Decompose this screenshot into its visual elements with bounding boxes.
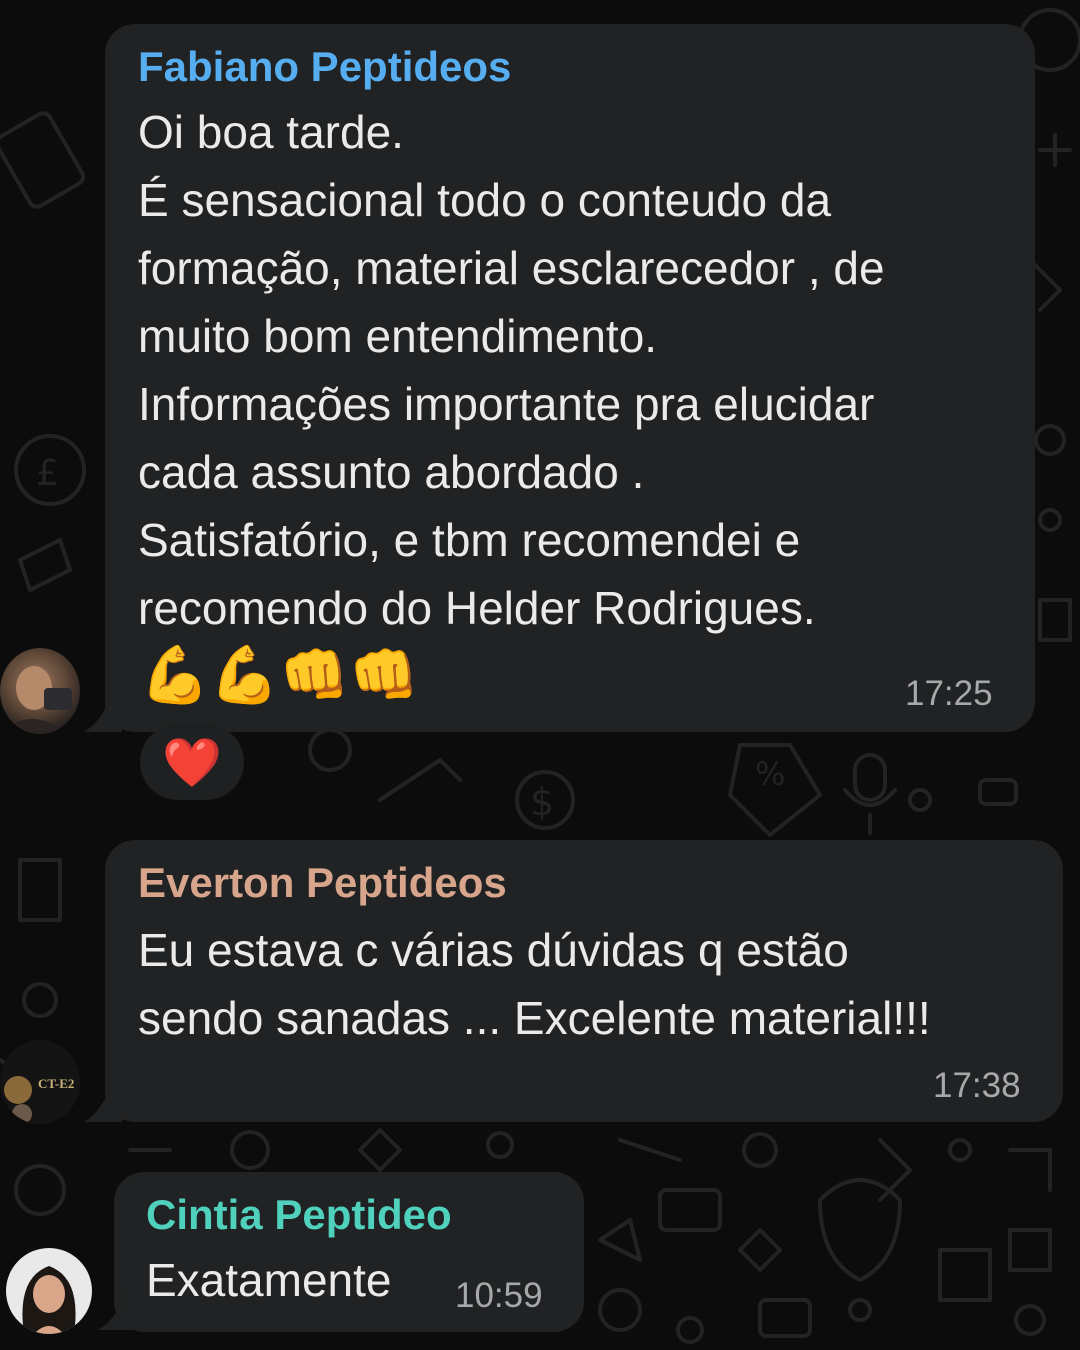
bubble-tail [98, 1290, 136, 1330]
message-time: 10:59 [455, 1276, 543, 1315]
svg-text:%: % [755, 755, 785, 793]
message-line: Eu estava c várias dúvidas q estão [138, 924, 849, 976]
svg-text:£: £ [36, 453, 59, 494]
message-line: Informações importante pra elucidar [138, 378, 875, 430]
bubble-tail [84, 690, 122, 732]
sender-name[interactable]: Fabiano Peptideos [138, 42, 511, 92]
sender-name[interactable]: Everton Peptideos [138, 858, 507, 908]
avatar-everton[interactable]: CT-E2 [0, 1040, 80, 1124]
message-line: Oi boa tarde. [138, 106, 404, 158]
emoji-row: 💪💪👊👊 [140, 643, 419, 706]
message-time: 17:38 [933, 1066, 1021, 1105]
message-line: Satisfatório, e tbm recomendei e [138, 514, 801, 566]
message-time: 17:25 [905, 674, 993, 713]
avatar-cintia[interactable] [6, 1248, 92, 1334]
avatar-logo-text: CT-E2 [38, 1076, 75, 1091]
person-photo-icon [22, 1266, 76, 1334]
message-line: formação, material esclarecedor , de [138, 242, 885, 294]
message-line: muito bom entendimento. [138, 310, 658, 362]
bubble-tail [84, 1080, 122, 1122]
message-line: cada assunto abordado . [138, 446, 645, 498]
svg-text:$: $ [530, 780, 554, 824]
sender-name[interactable]: Cintia Peptideo [146, 1190, 452, 1240]
avatar-fabiano[interactable] [0, 648, 80, 734]
message-line: É sensacional todo o conteudo da [138, 174, 832, 226]
person-photo-icon [0, 666, 72, 734]
message-line: sendo sanadas ... Excelente material!!! [138, 992, 931, 1044]
message-line: Exatamente [146, 1254, 392, 1306]
heart-reaction-icon[interactable]: ❤️ [140, 724, 244, 800]
message-line: recomendo do Helder Rodrigues. [138, 582, 816, 634]
